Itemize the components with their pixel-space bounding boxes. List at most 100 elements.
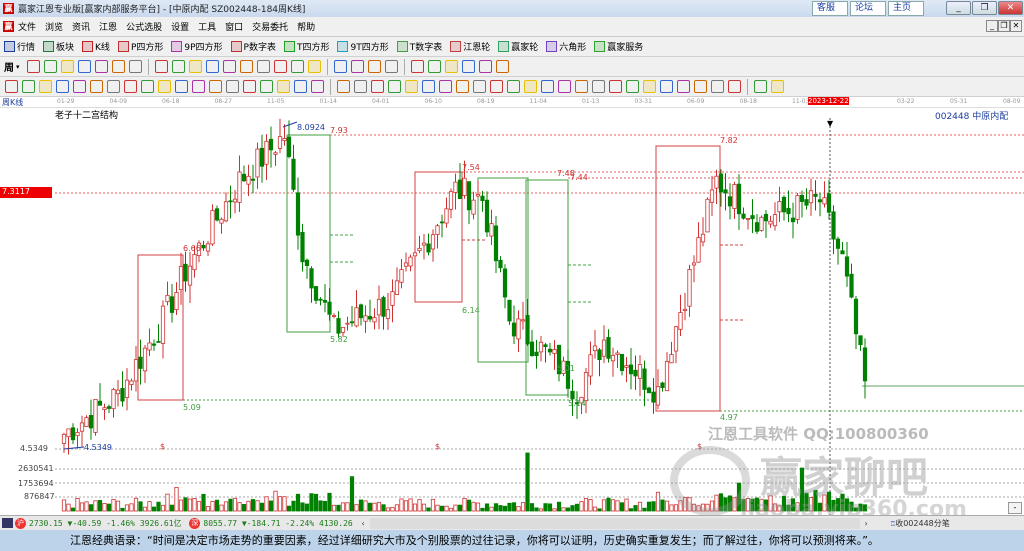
diamond-down-icon[interactable] [239,60,253,73]
menu-item[interactable]: 工具 [198,23,216,33]
angle-c-icon[interactable] [677,80,690,93]
red-box-icon[interactable] [277,80,290,93]
menu-item[interactable]: 文件 [18,23,36,33]
diamond-right-icon[interactable] [273,60,287,73]
toolbar-button[interactable]: 六角形 [546,40,586,53]
chevron-down-icon[interactable]: ▾ [16,63,20,71]
angle-a-icon[interactable] [405,80,418,93]
arrows-icon[interactable] [311,80,324,93]
mdi-minimize-button[interactable]: _ [986,20,998,32]
toolbar-button[interactable]: P四方形 [117,40,163,53]
menu-item[interactable]: 浏览 [45,23,63,33]
box-icon[interactable] [226,80,239,93]
rect-icon[interactable] [337,80,350,93]
speed-icon[interactable] [609,80,622,93]
stamp-icon[interactable] [107,80,120,93]
square-icon[interactable] [388,80,401,93]
percent-slash-icon[interactable] [507,80,520,93]
diamond-a-icon[interactable] [290,60,304,73]
toolbar-button[interactable]: 板块 [43,40,74,53]
toolbar-button[interactable]: 9T四方形 [337,40,389,53]
toolbar-button[interactable]: 行情 [4,40,35,53]
square-fan-icon[interactable] [371,80,384,93]
bar-icon[interactable] [490,80,503,93]
fan-icon[interactable] [354,80,367,93]
parallel-icon[interactable] [141,80,154,93]
check-icon[interactable] [422,80,435,93]
menu-item[interactable]: 交易委托 [252,23,288,33]
red-lines-icon[interactable] [260,80,273,93]
ruler-icon[interactable] [384,60,398,73]
customer-service-link[interactable]: 客服 [812,1,848,16]
restore-button[interactable]: ❐ [972,1,997,15]
calendar-icon[interactable] [427,60,441,73]
app-menu-icon[interactable]: 赢 [3,21,14,32]
diamond-b-icon[interactable] [307,60,321,73]
menu-item[interactable]: 资讯 [72,23,90,33]
scroll-right-button[interactable]: › [864,519,869,528]
circle-icon[interactable] [124,80,137,93]
angle-icon[interactable] [175,80,188,93]
diamond-up-icon[interactable] [222,60,236,73]
save-icon[interactable] [43,60,57,73]
diamond-left-icon[interactable] [256,60,270,73]
percent-lines-icon[interactable] [541,80,554,93]
gold-lines-icon[interactable] [575,80,588,93]
gold-box-icon[interactable] [626,80,639,93]
wave-icon[interactable] [90,80,103,93]
crosshair-icon[interactable] [350,60,364,73]
menu-item[interactable]: 公式选股 [126,23,162,33]
target-icon[interactable] [192,80,205,93]
forum-link[interactable]: 论坛 [850,1,886,16]
tick-data-link[interactable]: 收002448分笔 [895,518,950,529]
prev-icon[interactable] [188,60,202,73]
chart-a-icon[interactable] [60,60,74,73]
n2-icon[interactable] [158,80,171,93]
toolbar-button[interactable]: 江恩轮 [450,40,490,53]
next-icon[interactable] [205,60,219,73]
zoom-out-button[interactable]: - [1008,502,1022,514]
homepage-link[interactable]: 主页 [888,1,924,16]
grid-zoom-icon[interactable] [26,60,40,73]
toolbar-button[interactable]: K线 [82,40,110,53]
angle-d-icon[interactable] [694,80,707,93]
disk-icon[interactable] [478,60,492,73]
notes-icon[interactable] [461,60,475,73]
truck-icon[interactable] [495,60,509,73]
angle-f-icon[interactable] [660,80,673,93]
gann-f-icon[interactable] [73,80,86,93]
first-icon[interactable] [154,60,168,73]
kline-toggle-icon[interactable] [111,60,125,73]
close-button[interactable]: ✕ [998,1,1023,15]
flower-icon[interactable] [209,80,222,93]
menu-item[interactable]: 窗口 [225,23,243,33]
hand-icon[interactable] [333,60,347,73]
gann-b-icon[interactable] [56,80,69,93]
last-icon[interactable] [171,60,185,73]
globe-icon[interactable] [410,60,424,73]
menu-item[interactable]: 江恩 [99,23,117,33]
minimize-button[interactable]: _ [946,1,971,15]
toolbar-button[interactable]: 赢家服务 [594,40,643,53]
mdi-close-button[interactable]: ✕ [1010,20,1022,32]
grid-box-icon[interactable] [294,80,307,93]
gap-icon[interactable] [243,80,256,93]
toolbar-button[interactable]: 赢家轮 [498,40,538,53]
yin-yang-icon[interactable] [754,80,767,93]
percent-icon[interactable] [524,80,537,93]
angle-b-icon[interactable] [643,80,656,93]
gold-circle-icon[interactable] [558,80,571,93]
menu-item[interactable]: 设置 [171,23,189,33]
toolbar-button[interactable]: T四方形 [283,40,329,53]
flag-icon[interactable] [128,60,142,73]
period-select[interactable]: 周 [4,59,14,74]
calculator-icon[interactable] [444,60,458,73]
pencil-icon[interactable] [5,80,18,93]
marker-icon[interactable] [94,60,108,73]
mdi-restore-button[interactable]: ❐ [998,20,1010,32]
grid-a-icon[interactable] [439,80,452,93]
toolbar-button[interactable]: T数字表 [396,40,442,53]
chart-b-icon[interactable] [77,60,91,73]
angle-e-icon[interactable] [711,80,724,93]
angle-g-icon[interactable] [728,80,741,93]
